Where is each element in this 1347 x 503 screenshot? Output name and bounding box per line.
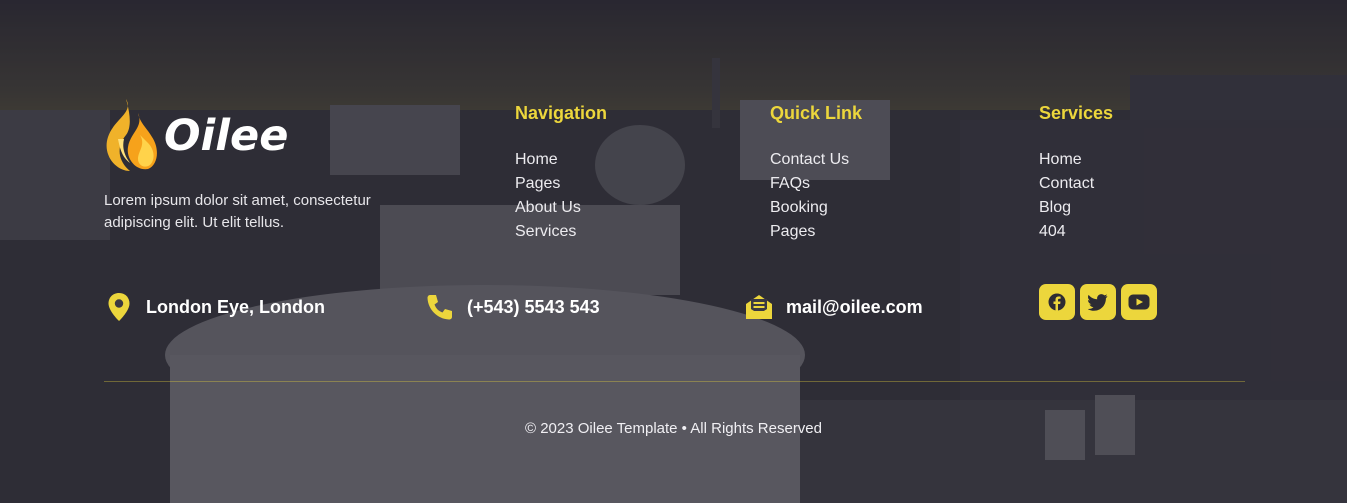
quick-link-title: Quick Link (770, 103, 863, 123)
nav-link-services[interactable]: Services (515, 220, 607, 244)
contact-location: London Eye, London (104, 292, 325, 322)
services-column: Services Home Contact Blog 404 (1039, 101, 1113, 244)
services-link-contact[interactable]: Contact (1039, 172, 1113, 196)
nav-link-about-us[interactable]: About Us (515, 196, 607, 220)
flame-logo-icon (106, 98, 157, 171)
navigation-title: Navigation (515, 103, 608, 123)
phone-text: (+543) 5543 543 (467, 296, 600, 317)
envelope-icon (744, 292, 774, 322)
services-link-blog[interactable]: Blog (1039, 196, 1113, 220)
location-text: London Eye, London (146, 296, 325, 317)
site-footer: Oilee Lorem ipsum dolor sit amet, consec… (0, 0, 1347, 503)
quick-link-contact-us[interactable]: Contact Us (770, 148, 862, 172)
map-pin-icon (104, 292, 134, 322)
contact-phone[interactable]: (+543) 5543 543 (425, 292, 600, 322)
quick-link-pages[interactable]: Pages (770, 220, 862, 244)
nav-link-pages[interactable]: Pages (515, 172, 607, 196)
brand-name: Oilee (164, 110, 289, 161)
quick-link-faqs[interactable]: FAQs (770, 172, 862, 196)
contact-email[interactable]: mail@oilee.com (744, 292, 923, 322)
copyright-text: © 2023 Oilee Template • All Rights Reser… (524, 420, 822, 437)
social-links (1039, 284, 1157, 320)
services-link-404[interactable]: 404 (1039, 220, 1113, 244)
services-link-home[interactable]: Home (1039, 148, 1113, 172)
services-title: Services (1039, 103, 1114, 123)
facebook-icon (1048, 293, 1066, 311)
twitter-icon (1088, 293, 1108, 311)
navigation-column: Navigation Home Pages About Us Services (515, 101, 607, 244)
phone-icon (425, 292, 455, 322)
brand-logo[interactable]: Oilee (104, 98, 294, 173)
footer-divider (104, 381, 1245, 382)
about-text: Lorem ipsum dolor sit amet, consectetur … (104, 192, 371, 231)
youtube-button[interactable] (1121, 284, 1157, 320)
youtube-icon (1128, 294, 1150, 310)
twitter-button[interactable] (1080, 284, 1116, 320)
quick-link-column: Quick Link Contact Us FAQs Booking Pages (770, 101, 862, 244)
facebook-button[interactable] (1039, 284, 1075, 320)
email-text: mail@oilee.com (786, 296, 923, 317)
nav-link-home[interactable]: Home (515, 148, 607, 172)
quick-link-booking[interactable]: Booking (770, 196, 862, 220)
